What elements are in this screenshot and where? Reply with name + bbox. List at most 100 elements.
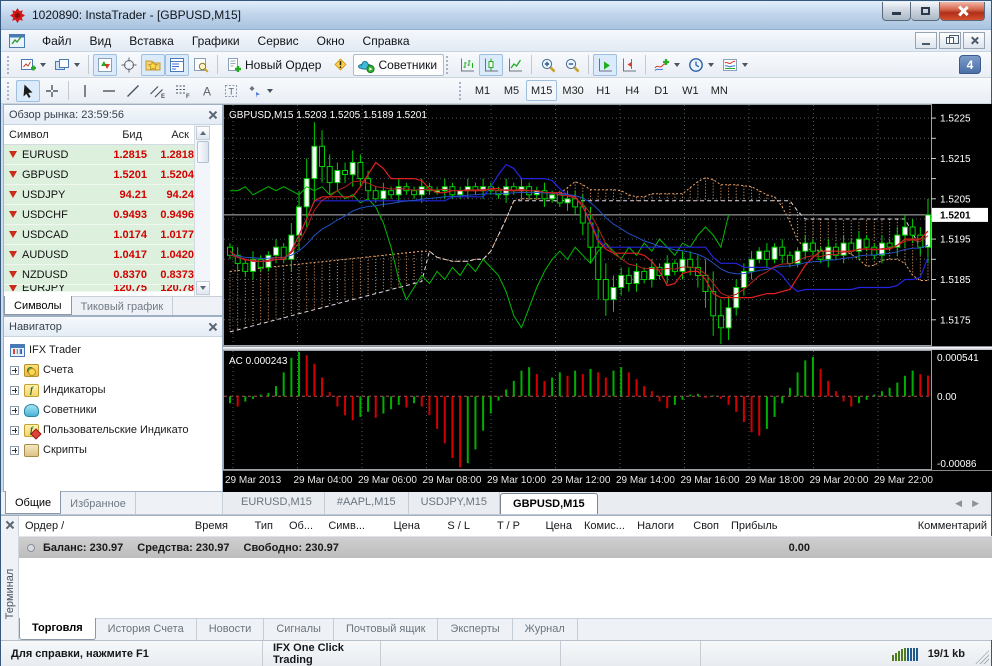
scroll-down-icon[interactable] <box>195 281 210 295</box>
trendline-tool-button[interactable] <box>121 80 145 102</box>
important-button[interactable] <box>328 54 353 76</box>
fibonacci-tool-button[interactable]: F <box>170 80 195 102</box>
market-watch-toggle-button[interactable] <box>165 53 189 76</box>
arrows-tool-button[interactable] <box>243 80 277 102</box>
timeframe-h4[interactable]: H4 <box>618 80 647 101</box>
menu-item-3[interactable]: Вставка <box>120 31 183 51</box>
tick-chart-toggle-button[interactable] <box>93 53 117 76</box>
tree-expand-icon[interactable] <box>10 385 19 395</box>
bar-chart-mode-button[interactable] <box>455 54 479 76</box>
terminal-column-header[interactable]: Комментарий <box>815 520 992 532</box>
favorites-button[interactable] <box>141 53 165 76</box>
terminal-tab-история-счета[interactable]: История Счета <box>96 619 197 640</box>
data-window-button[interactable] <box>189 54 213 76</box>
tree-expand-icon[interactable] <box>10 445 19 455</box>
zoom-in-button[interactable] <box>536 54 560 76</box>
navigator-close-icon[interactable] <box>208 322 217 331</box>
crosshair-button[interactable] <box>117 54 141 76</box>
terminal-tab-эксперты[interactable]: Эксперты <box>438 619 513 640</box>
mdi-restore-button[interactable] <box>939 32 961 49</box>
resize-grip[interactable] <box>975 650 989 664</box>
ac-indicator-pane[interactable]: 0.000541 0.00 -0.00086 AC 0.000243 <box>223 350 992 470</box>
terminal-close-icon[interactable] <box>5 520 14 529</box>
minimize-button[interactable] <box>882 1 911 21</box>
vertical-line-tool-button[interactable] <box>73 80 97 102</box>
terminal-column-header[interactable]: Цена <box>371 520 426 532</box>
scroll-up-icon[interactable] <box>195 126 210 140</box>
scrollbar-thumb[interactable] <box>196 141 209 163</box>
crosshair-tool-button[interactable] <box>40 80 64 102</box>
navigator-item-скрипты[interactable]: Скрипты <box>8 440 222 460</box>
line-chart-mode-button[interactable] <box>503 54 527 76</box>
text-tool-button[interactable]: A <box>195 80 219 102</box>
navigator-item-счета[interactable]: Счета <box>8 360 222 380</box>
zoom-out-button[interactable] <box>560 54 584 76</box>
notifications-badge[interactable]: 4 <box>959 55 981 74</box>
navigator-item-пользовательские[interactable]: f Пользовательские Индикато <box>8 420 222 440</box>
new-chart-button[interactable] <box>16 54 50 76</box>
timeframe-m1[interactable]: M1 <box>468 80 497 101</box>
toolbar-grip[interactable] <box>459 81 464 100</box>
toolbar-grip[interactable] <box>7 81 12 100</box>
tab-символы[interactable]: Символы <box>4 296 72 315</box>
terminal-column-header[interactable]: Симв... <box>319 520 371 532</box>
timeframe-m15[interactable]: M15 <box>526 80 558 101</box>
text-label-tool-button[interactable]: T <box>219 80 243 102</box>
menu-item-2[interactable]: Вид <box>81 31 121 51</box>
chart-tab-eurusd-m15[interactable]: EURUSD,M15 <box>229 492 325 514</box>
timeframe-m5[interactable]: M5 <box>497 80 526 101</box>
templates-button[interactable] <box>718 54 752 76</box>
terminal-column-header[interactable]: S / L <box>426 520 476 532</box>
menu-item-4[interactable]: Графики <box>183 31 249 51</box>
cursor-tool-button[interactable] <box>16 79 40 102</box>
market-watch-row[interactable]: USDJPY 94.21 94.24 <box>4 185 194 205</box>
terminal-tab-новости[interactable]: Новости <box>197 619 265 640</box>
chart-tab-usdjpy-m15[interactable]: USDJPY,M15 <box>409 492 501 514</box>
indicators-button[interactable] <box>650 54 684 76</box>
profiles-button[interactable] <box>50 54 84 76</box>
toolbar-grip[interactable] <box>7 55 12 74</box>
terminal-column-header[interactable]: Комис... <box>578 520 628 532</box>
tree-expand-icon[interactable] <box>10 365 19 375</box>
menu-item-6[interactable]: Окно <box>308 31 354 51</box>
tabs-scroll-left-icon[interactable]: ◀ <box>955 498 962 509</box>
tab-общие[interactable]: Общие <box>5 491 62 514</box>
timeframe-m30[interactable]: M30 <box>557 80 588 101</box>
tree-expand-icon[interactable] <box>10 425 19 435</box>
expert-advisors-button[interactable]: Советники <box>353 53 445 76</box>
timeframe-h1[interactable]: H1 <box>589 80 618 101</box>
market-watch-row[interactable]: EURJPY 120.75 120.78 <box>4 285 194 292</box>
auto-scroll-button[interactable] <box>593 53 618 76</box>
price-chart[interactable]: 1.5225 1.5215 1.5205 1.5195 1.5185 1.5175 1.52… <box>223 104 992 346</box>
terminal-column-header[interactable]: Прибыль <box>725 520 815 532</box>
market-watch-scrollbar[interactable] <box>194 125 210 296</box>
chart-tab-#aapl-m15[interactable]: #AAPL,M15 <box>325 492 409 514</box>
terminal-tab-журнал[interactable]: Журнал <box>513 619 578 640</box>
navigator-item-советники[interactable]: Советники <box>8 400 222 420</box>
market-watch-close-icon[interactable] <box>208 110 217 119</box>
tab-избранное[interactable]: Избранное <box>61 492 136 514</box>
toolbar-grip[interactable] <box>446 55 451 74</box>
market-watch-row[interactable]: GBPUSD 1.5201 1.5204 <box>4 165 194 185</box>
channel-tool-button[interactable]: E <box>145 80 170 102</box>
tab-тиковый-график[interactable]: Тиковый график <box>72 297 174 315</box>
terminal-column-header[interactable]: Ордер / <box>19 520 134 532</box>
menu-item-5[interactable]: Сервис <box>249 31 308 51</box>
tree-expand-icon[interactable] <box>10 405 19 415</box>
timeframe-d1[interactable]: D1 <box>647 80 676 101</box>
mdi-close-button[interactable] <box>963 32 985 49</box>
market-watch-row[interactable]: AUDUSD 1.0417 1.0420 <box>4 245 194 265</box>
new-order-button[interactable]: Новый Ордер <box>222 54 328 76</box>
menu-item-7[interactable]: Справка <box>354 31 419 51</box>
terminal-column-header[interactable]: Об... <box>279 520 319 532</box>
horizontal-line-tool-button[interactable] <box>97 80 121 102</box>
terminal-column-header[interactable]: T / P <box>476 520 526 532</box>
terminal-column-header[interactable]: Время <box>134 520 234 532</box>
timeframe-mn[interactable]: MN <box>705 80 734 101</box>
terminal-tab-почтовый-ящик[interactable]: Почтовый ящик <box>334 619 439 640</box>
market-watch-row[interactable]: NZDUSD 0.8370 0.8373 <box>4 265 194 285</box>
navigator-item-индикаторы[interactable]: f Индикаторы <box>8 380 222 400</box>
periods-button[interactable] <box>684 54 718 76</box>
terminal-column-header[interactable]: Тип <box>234 520 279 532</box>
chart-shift-button[interactable] <box>617 54 641 76</box>
